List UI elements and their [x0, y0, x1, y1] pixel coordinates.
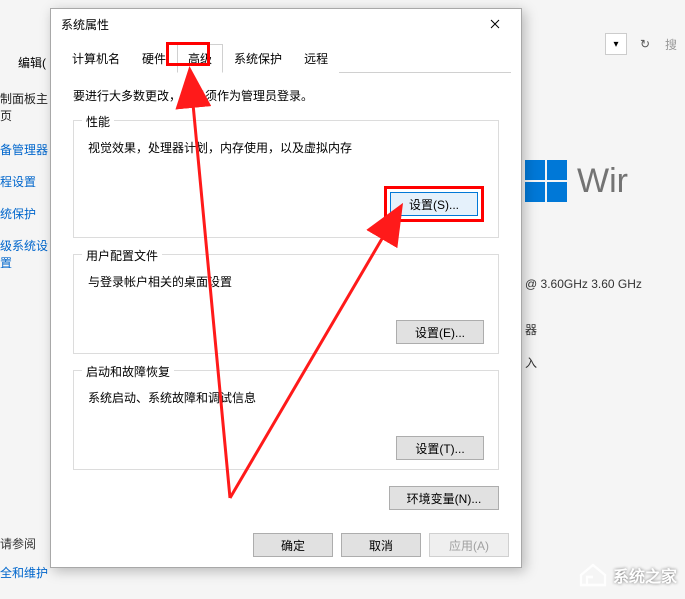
user-profiles-settings-button[interactable]: 设置(E)...: [396, 320, 484, 344]
startup-recovery-settings-button[interactable]: 设置(T)...: [396, 436, 484, 460]
addressbar-dropdown-icon[interactable]: ▾: [605, 33, 627, 55]
see-also-label: 请参阅: [0, 535, 50, 552]
sidebar-item-device-manager[interactable]: 备管理器: [0, 141, 50, 158]
tab-strip: 计算机名 硬件 高级 系统保护 远程: [61, 39, 511, 73]
startup-recovery-group-title: 启动和故障恢复: [82, 363, 174, 380]
sidebar-item-system-protection[interactable]: 统保护: [0, 205, 50, 222]
environment-variables-button[interactable]: 环境变量(N)...: [389, 486, 499, 510]
refresh-icon[interactable]: ↻: [633, 32, 657, 56]
sidebar-item-advanced-system-settings[interactable]: 级系统设置: [0, 237, 50, 271]
search-placeholder: 搜: [665, 36, 677, 53]
system-properties-dialog: 系统属性 计算机名 硬件 高级 系统保护 远程 要进行大多数更改，你必须作为管理…: [50, 8, 522, 568]
watermark-text: 系统之家: [613, 563, 677, 587]
windows-logo-icon: [525, 160, 567, 202]
performance-settings-highlight: 设置(S)...: [384, 186, 484, 222]
performance-settings-button[interactable]: 设置(S)...: [390, 192, 478, 216]
startup-recovery-group: 启动和故障恢复 系统启动、系统故障和调试信息 设置(T)...: [73, 370, 499, 470]
user-profiles-group-title: 用户配置文件: [82, 247, 162, 264]
windows-brand-text: Wir: [577, 162, 628, 201]
performance-group-title: 性能: [82, 113, 114, 130]
spec-label-2: 入: [525, 354, 685, 371]
dialog-titlebar[interactable]: 系统属性: [51, 9, 521, 39]
dialog-title: 系统属性: [61, 16, 475, 33]
tab-advanced[interactable]: 高级: [177, 44, 223, 73]
watermark: 系统之家: [579, 563, 677, 587]
sidebar-item-control-panel-home[interactable]: 制面板主页: [0, 88, 50, 126]
apply-button: 应用(A): [429, 533, 509, 557]
tab-computer-name[interactable]: 计算机名: [61, 44, 131, 73]
watermark-house-icon: [579, 563, 607, 587]
security-maintenance-link[interactable]: 全和维护: [0, 564, 50, 581]
cpu-spec-text: @ 3.60GHz 3.60 GHz: [525, 277, 685, 291]
spec-label-1: 器: [525, 321, 685, 338]
close-icon: [490, 19, 500, 29]
startup-recovery-group-desc: 系统启动、系统故障和调试信息: [88, 389, 484, 406]
tab-system-protection[interactable]: 系统保护: [223, 44, 293, 73]
admin-note-text: 要进行大多数更改，你必须作为管理员登录。: [73, 87, 499, 104]
close-button[interactable]: [475, 10, 515, 38]
ok-button[interactable]: 确定: [253, 533, 333, 557]
user-profiles-group: 用户配置文件 与登录帐户相关的桌面设置 设置(E)...: [73, 254, 499, 354]
performance-group: 性能 视觉效果，处理器计划，内存使用，以及虚拟内存 设置(S)...: [73, 120, 499, 238]
tab-hardware[interactable]: 硬件: [131, 44, 177, 73]
sidebar-item-remote-settings[interactable]: 程设置: [0, 173, 50, 190]
cancel-button[interactable]: 取消: [341, 533, 421, 557]
edit-menu-label[interactable]: 编辑(: [18, 54, 46, 71]
user-profiles-group-desc: 与登录帐户相关的桌面设置: [88, 273, 484, 290]
tab-remote[interactable]: 远程: [293, 44, 339, 73]
performance-group-desc: 视觉效果，处理器计划，内存使用，以及虚拟内存: [88, 139, 484, 156]
